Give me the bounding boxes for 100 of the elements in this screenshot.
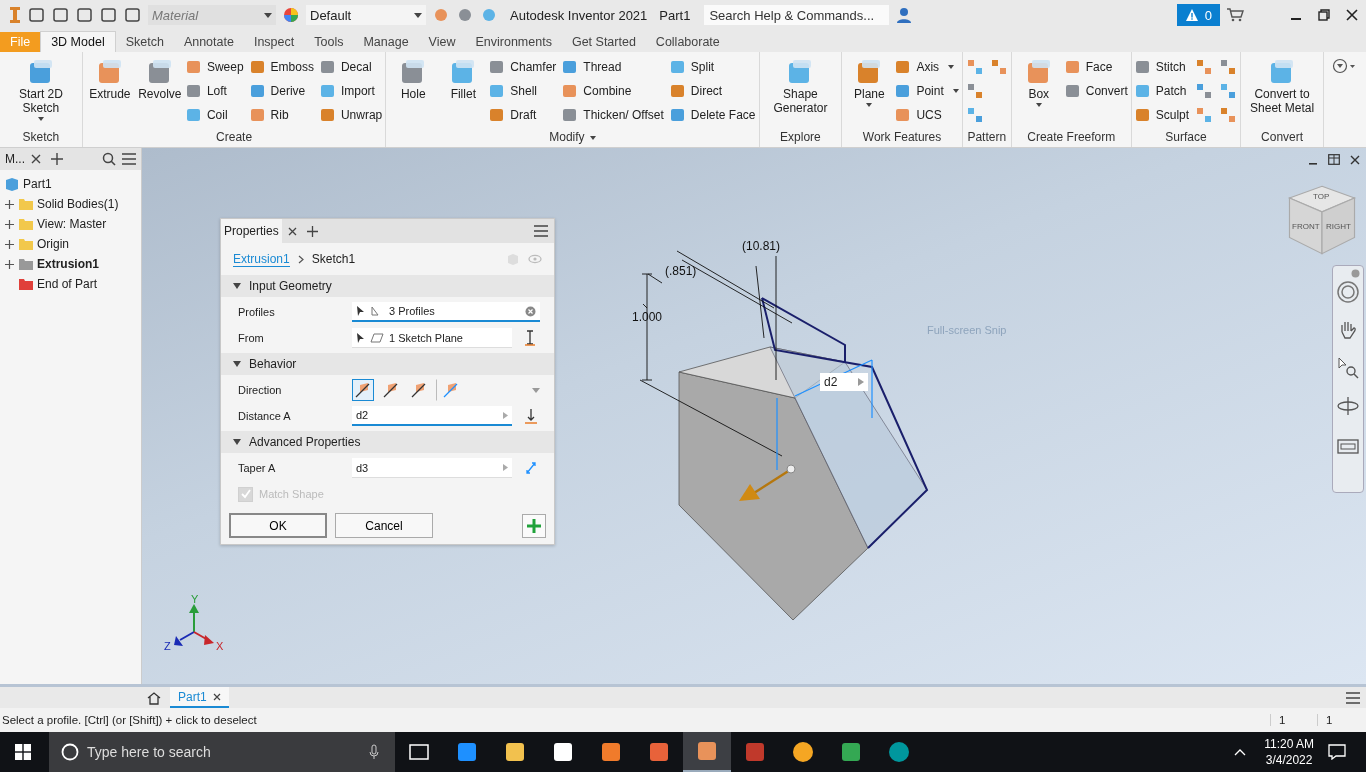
ribbon-tool-button[interactable]: Extrude bbox=[85, 55, 134, 130]
toolbar-icon[interactable] bbox=[100, 7, 118, 23]
distance-input-field[interactable]: d2 bbox=[820, 373, 868, 391]
ribbon-tool-button[interactable]: Revolve bbox=[135, 55, 184, 130]
user-icon[interactable] bbox=[895, 6, 914, 24]
ribbon-tool-button[interactable]: Box bbox=[1014, 55, 1063, 130]
ribbon-tab[interactable]: Annotate bbox=[173, 32, 244, 52]
panel-title[interactable]: Pattern bbox=[965, 130, 1008, 147]
ribbon-tool-button[interactable]: Shape Generator bbox=[762, 55, 839, 130]
properties-tab[interactable]: Properties bbox=[221, 219, 282, 243]
tool-icon[interactable] bbox=[1219, 106, 1238, 124]
selection-field[interactable]: 3 Profiles bbox=[352, 302, 540, 322]
taskbar-search-field[interactable]: Type here to search bbox=[49, 732, 395, 772]
panel-title[interactable]: Work Features bbox=[845, 130, 959, 147]
tool-icon[interactable] bbox=[989, 58, 1008, 76]
ribbon-tool-button[interactable]: Sculpt bbox=[1134, 107, 1190, 123]
section-header[interactable]: Advanced Properties bbox=[221, 431, 554, 453]
ribbon-tool-button[interactable]: Draft bbox=[489, 107, 557, 123]
tool-icon[interactable] bbox=[1219, 58, 1238, 76]
direction-option[interactable] bbox=[352, 379, 374, 401]
ribbon-tool-button[interactable]: Import bbox=[319, 83, 383, 99]
ribbon-tool-button[interactable]: Emboss bbox=[249, 59, 314, 75]
ribbon-tab[interactable]: View bbox=[418, 32, 466, 52]
panel-title[interactable]: Explore bbox=[762, 130, 839, 147]
ribbon-tool-button[interactable]: Start 2D Sketch bbox=[3, 55, 79, 130]
ribbon-tool-button[interactable]: Sweep bbox=[185, 59, 244, 75]
expand-icon[interactable] bbox=[5, 239, 14, 249]
section-header[interactable]: Behavior bbox=[221, 353, 554, 375]
ribbon-tool-button[interactable]: UCS bbox=[895, 107, 959, 123]
ribbon-tool-button[interactable]: Split bbox=[669, 59, 756, 75]
appearance-dropdown[interactable]: Default bbox=[306, 5, 426, 25]
notification-icon[interactable] bbox=[1328, 744, 1346, 760]
value-input-field[interactable]: d3 bbox=[352, 458, 512, 478]
toolbar-icon[interactable] bbox=[124, 7, 142, 23]
taskbar-clock[interactable]: 11:20 AM 3/4/2022 bbox=[1264, 736, 1314, 768]
panel-title[interactable]: Create Freeform bbox=[1014, 130, 1128, 147]
dialog-button[interactable]: OK bbox=[229, 513, 327, 538]
tree-item[interactable]: View: Master bbox=[0, 214, 141, 234]
search-icon[interactable] bbox=[102, 152, 116, 166]
expand-icon[interactable] bbox=[5, 199, 14, 209]
ribbon-tool-button[interactable]: Direct bbox=[669, 83, 756, 99]
caret-icon[interactable] bbox=[532, 387, 540, 393]
panel-title[interactable]: Convert bbox=[1244, 130, 1320, 147]
document-tab[interactable]: Part1 bbox=[170, 687, 229, 708]
dropdown-icon[interactable] bbox=[1332, 58, 1358, 74]
orbit-icon[interactable] bbox=[1336, 394, 1360, 418]
tile-icon[interactable] bbox=[1328, 154, 1340, 165]
section-header[interactable]: Input Geometry bbox=[221, 275, 554, 297]
material-dropdown[interactable]: Material bbox=[148, 5, 276, 25]
panel-title[interactable]: Surface bbox=[1134, 130, 1238, 147]
selection-field[interactable]: 1 Sketch Plane bbox=[352, 328, 512, 348]
steering-wheel-icon[interactable] bbox=[1336, 280, 1360, 304]
microphone-icon[interactable] bbox=[369, 744, 379, 760]
windows-start-icon[interactable] bbox=[15, 744, 31, 760]
ribbon-tool-button[interactable]: Shell bbox=[489, 83, 557, 99]
cart-icon[interactable] bbox=[1226, 7, 1244, 23]
apply-button[interactable] bbox=[522, 513, 546, 538]
panel-title[interactable]: Sketch bbox=[3, 130, 79, 147]
ribbon-tool-button[interactable]: Face bbox=[1064, 59, 1128, 75]
menu-icon[interactable] bbox=[122, 153, 136, 165]
flip-icon[interactable] bbox=[524, 330, 536, 346]
toolbar-icon[interactable] bbox=[76, 7, 94, 23]
ribbon-tab[interactable]: Environments bbox=[465, 32, 562, 52]
toolbar-icon[interactable] bbox=[28, 7, 46, 23]
tool-icon[interactable] bbox=[965, 106, 984, 124]
ribbon-tool-button[interactable]: Axis bbox=[895, 59, 959, 75]
ribbon-tool-button[interactable]: Convert bbox=[1064, 83, 1128, 99]
expand-icon[interactable] bbox=[5, 259, 14, 269]
ribbon-tool-button[interactable]: Thicken/ Offset bbox=[562, 107, 664, 123]
tree-item[interactable]: Part1 bbox=[0, 174, 141, 194]
ribbon-tool-button[interactable]: Loft bbox=[185, 83, 244, 99]
add-icon[interactable] bbox=[51, 153, 63, 165]
clear-icon[interactable] bbox=[525, 305, 536, 317]
ribbon-tool-button[interactable]: Delete Face bbox=[669, 107, 756, 123]
ribbon-tool-button[interactable]: Combine bbox=[562, 83, 664, 99]
tree-item[interactable]: Solid Bodies(1) bbox=[0, 194, 141, 214]
ribbon-tab[interactable]: Inspect bbox=[243, 32, 305, 52]
chevron-up-icon[interactable] bbox=[1234, 748, 1247, 756]
tool-icon[interactable] bbox=[1195, 58, 1214, 76]
panel-title[interactable]: Create bbox=[85, 130, 383, 147]
ribbon-tool-button[interactable]: Thread bbox=[562, 59, 664, 75]
ribbon-tool-button[interactable]: Point bbox=[895, 83, 959, 99]
tool-icon[interactable] bbox=[1195, 82, 1214, 100]
flip-icon[interactable] bbox=[524, 408, 538, 424]
toolbar-icon[interactable] bbox=[52, 7, 70, 23]
ribbon-tool-button[interactable]: Patch bbox=[1134, 83, 1190, 99]
tree-item[interactable]: Origin bbox=[0, 234, 141, 254]
tree-item[interactable]: Extrusion1 bbox=[0, 254, 141, 274]
ribbon-tool-button[interactable]: Rib bbox=[249, 107, 314, 123]
ribbon-tool-button[interactable]: Coil bbox=[185, 107, 244, 123]
ribbon-tab[interactable]: Get Started bbox=[561, 32, 646, 52]
ribbon-tool-button[interactable]: Convert to Sheet Metal bbox=[1244, 55, 1320, 130]
tool-icon[interactable] bbox=[1219, 82, 1238, 100]
browser-tab[interactable]: M... bbox=[5, 152, 25, 166]
expand-icon[interactable] bbox=[5, 219, 14, 229]
home-icon[interactable] bbox=[146, 690, 162, 705]
ribbon-tool-button[interactable]: Fillet bbox=[439, 55, 488, 130]
swap-arrows-icon[interactable] bbox=[524, 460, 538, 476]
add-icon[interactable] bbox=[306, 225, 318, 237]
value-input-field[interactable]: d2 bbox=[352, 406, 512, 426]
